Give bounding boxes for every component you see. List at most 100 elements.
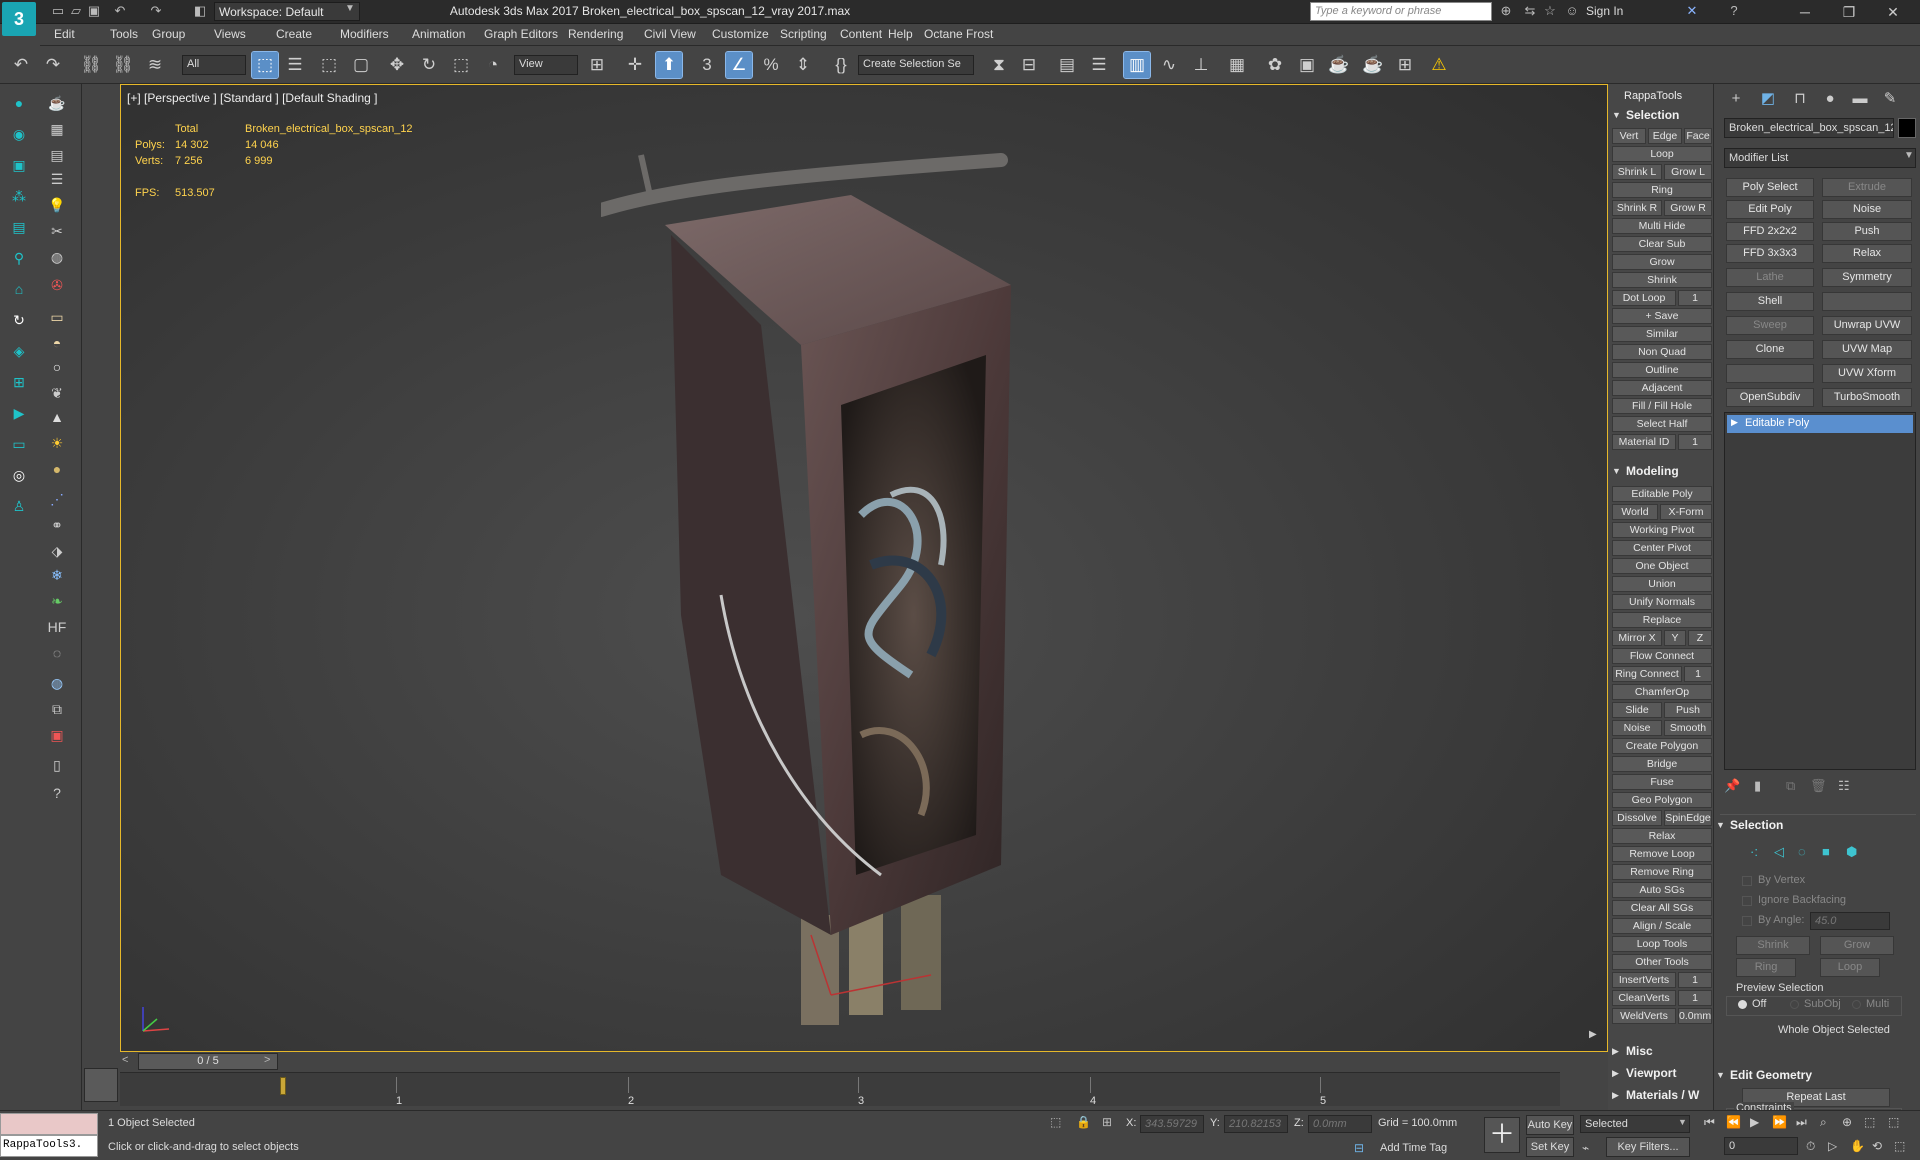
current-frame-field[interactable]: 0 — [1724, 1137, 1798, 1155]
rappa-smooth-button[interactable]: Smooth — [1664, 720, 1712, 736]
menu-customize[interactable]: Customize — [712, 27, 769, 41]
teapot-icon[interactable]: ☕ — [46, 92, 68, 114]
render-icon[interactable]: ▦ — [46, 118, 68, 140]
rappa-remove-loop-button[interactable]: Remove Loop — [1612, 846, 1712, 862]
selection-ring-button[interactable]: Ring — [1736, 958, 1796, 977]
go-to-end-icon[interactable]: ⏭ — [1796, 1115, 1807, 1130]
rappa-viewport-header-arrow-icon[interactable]: ▶ — [1612, 1068, 1619, 1079]
star-icon[interactable]: ☆ — [1542, 3, 1558, 19]
search-input[interactable]: Type a keyword or phrase — [1310, 2, 1492, 21]
clone-button[interactable]: Clone — [1726, 340, 1814, 359]
push-button[interactable]: Push — [1822, 222, 1912, 241]
window-icon[interactable]: ▭ — [8, 433, 30, 455]
set-key-big-button[interactable]: ＋ — [1484, 1117, 1520, 1153]
lathe-button[interactable]: Lathe — [1726, 268, 1814, 287]
lightbulb-yellow-icon[interactable]: 💡 — [46, 194, 68, 216]
menu-tools[interactable]: Tools — [110, 27, 138, 41]
rappa-dot-loop-button[interactable]: Dot Loop — [1612, 290, 1676, 306]
time-slider[interactable]: 0 / 5 — [138, 1053, 278, 1070]
element-icon[interactable]: ⬢ — [1846, 844, 1857, 860]
uvw-xform-button[interactable]: UVW Xform — [1822, 364, 1912, 383]
rappa-relax-button[interactable]: Relax — [1612, 828, 1712, 844]
scan-icon[interactable]: ◌ — [46, 642, 68, 664]
subscription-icon[interactable]: ⇆ — [1522, 3, 1538, 19]
edit-geometry-title[interactable]: Edit Geometry — [1730, 1068, 1812, 1082]
rappa-geo-polygon-button[interactable]: Geo Polygon — [1612, 792, 1712, 808]
stack-item-editable-poly[interactable]: Editable Poly — [1727, 415, 1913, 433]
rappa-bridge-button[interactable]: Bridge — [1612, 756, 1712, 772]
dots-icon[interactable]: ⋰ — [46, 488, 68, 510]
bulb-outline-icon[interactable]: ♙ — [8, 495, 30, 517]
rappa-editable-poly-button[interactable]: Editable Poly — [1612, 486, 1712, 502]
make-unique-icon[interactable]: ⧉ — [1786, 778, 1795, 794]
menu-octane[interactable]: Octane — [924, 27, 963, 41]
align-icon[interactable]: ⊟ — [1016, 52, 1042, 78]
configure-modifier-sets-icon[interactable]: ☷ — [1838, 778, 1850, 794]
globe-icon[interactable]: ◍ — [46, 672, 68, 694]
rappa-replace-button[interactable]: Replace — [1612, 612, 1712, 628]
rappa-vert-button[interactable]: Vert — [1612, 128, 1646, 144]
object-name-field[interactable]: Broken_electrical_box_spscan_12 — [1724, 118, 1894, 138]
turbosmooth-button[interactable]: TurboSmooth — [1822, 388, 1912, 407]
zoom-extents-icon[interactable]: ⬚ — [1864, 1115, 1875, 1129]
ribbon-toggle-icon[interactable]: ▥ — [1123, 51, 1151, 79]
menu-graph-editors[interactable]: Graph Editors — [484, 27, 558, 41]
noise-button[interactable]: Noise — [1822, 200, 1912, 219]
minimize-button[interactable]: ─ — [1790, 2, 1820, 22]
select-by-name-icon[interactable]: ☰ — [282, 52, 308, 78]
select-manipulate-icon[interactable]: ✛ — [622, 52, 648, 78]
default-in-out-tangents-icon[interactable]: ⌁ — [1582, 1141, 1589, 1155]
set-key-button[interactable]: Set Key — [1526, 1137, 1574, 1157]
rappa-shrink-button[interactable]: Shrink — [1612, 272, 1712, 288]
rappa-grow-button[interactable]: Grow — [1612, 254, 1712, 270]
rappa-center-pivot-button[interactable]: Center Pivot — [1612, 540, 1712, 556]
selection-rollout-title[interactable]: Selection — [1730, 818, 1783, 832]
eye-icon[interactable]: ◎ — [8, 464, 30, 486]
selection-grow-button[interactable]: Grow — [1820, 936, 1894, 955]
key-mode-dropdown[interactable]: Selected — [1580, 1115, 1690, 1133]
rappa-misc-header-arrow-icon[interactable]: ▶ — [1612, 1046, 1619, 1057]
render-production-icon[interactable]: ☕ — [1326, 52, 1352, 78]
rappa-viewport-header[interactable]: Viewport — [1610, 1066, 1712, 1084]
rappa-shrink-r-button[interactable]: Shrink R — [1612, 200, 1662, 216]
rappa-other-tools-button[interactable]: Other Tools — [1612, 954, 1712, 970]
rappa-slide-button[interactable]: Slide — [1612, 702, 1662, 718]
shell-button[interactable]: Shell — [1726, 292, 1814, 311]
rappa-modeling-header-arrow-icon[interactable]: ▼ — [1612, 466, 1621, 476]
vertex-icon[interactable]: ·: — [1750, 844, 1758, 859]
by-vertex-checkbox[interactable] — [1742, 876, 1752, 886]
help-icon[interactable]: ? — [1726, 3, 1742, 19]
cd-icon[interactable]: ◍ — [46, 246, 68, 268]
rappa-shrink-l-button[interactable]: Shrink L — [1612, 164, 1662, 180]
rappa-spinedge-button[interactable]: SpinEdge — [1664, 810, 1712, 826]
rappa-mirror-x-button[interactable]: Mirror X — [1612, 630, 1662, 646]
timeline-cursor[interactable] — [280, 1077, 286, 1095]
menu-edit[interactable]: Edit — [54, 27, 75, 41]
ribbon-icon[interactable]: ⚭ — [46, 514, 68, 536]
rappa-one-object-button[interactable]: One Object — [1612, 558, 1712, 574]
menu-create[interactable]: Create — [276, 27, 312, 41]
motion-tab-icon[interactable]: ● — [1818, 88, 1842, 110]
selection-filter-dropdown[interactable]: All — [182, 55, 246, 75]
menu-modifiers[interactable]: Modifiers — [340, 27, 389, 41]
rappa-cleanverts-spinner[interactable]: 1 — [1678, 990, 1712, 1006]
pan-icon[interactable]: ✋ — [1850, 1139, 1865, 1153]
rotate-icon[interactable]: ↻ — [416, 52, 442, 78]
rappa-union-button[interactable]: Union — [1612, 576, 1712, 592]
viewport-label[interactable]: [+] [Perspective ] [Standard ] [Default … — [127, 91, 377, 105]
camera-icon[interactable]: ◈ — [8, 340, 30, 362]
lock-selection-icon[interactable]: 🔒 — [1076, 1115, 1091, 1129]
rappa-materials-header[interactable]: Materials / W — [1610, 1088, 1712, 1106]
reference-coordinate-dropdown[interactable]: View — [514, 55, 578, 75]
rappa-face-button[interactable]: Face — [1684, 128, 1712, 144]
render-iterative-icon[interactable]: ☕ — [1360, 52, 1386, 78]
next-frame-icon[interactable]: ⏩ — [1772, 1115, 1787, 1129]
menu-animation[interactable]: Animation — [412, 27, 465, 41]
curve-editor-icon[interactable]: ∿ — [1156, 52, 1182, 78]
object-color-swatch[interactable] — [1898, 118, 1916, 138]
edit-named-selection-icon[interactable]: {} — [828, 52, 854, 78]
grid-icon[interactable]: ⊞ — [8, 371, 30, 393]
menu-rendering[interactable]: Rendering — [568, 27, 623, 41]
maxscript-listener-output[interactable] — [0, 1113, 98, 1135]
orbit-icon[interactable]: ⟲ — [1872, 1139, 1882, 1153]
